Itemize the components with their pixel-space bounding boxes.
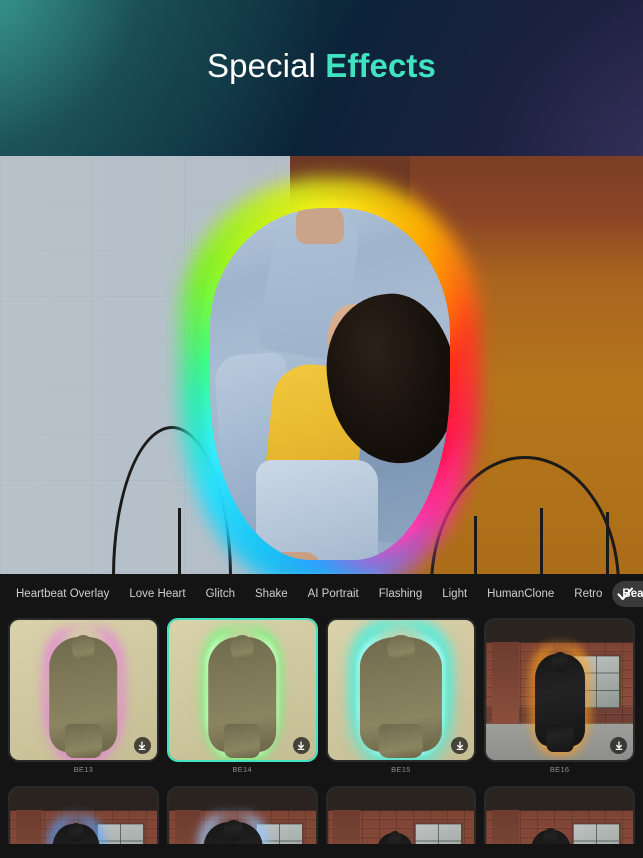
effect-label: BE16 bbox=[549, 765, 570, 774]
effect-label: BE13 bbox=[73, 765, 94, 774]
download-button[interactable] bbox=[610, 737, 627, 754]
preview-subject bbox=[180, 178, 480, 574]
download-button[interactable] bbox=[292, 737, 310, 754]
effects-panel: Heartbeat Overlay Love Heart Glitch Shak… bbox=[0, 574, 643, 858]
effect-item-be13[interactable]: BE13 bbox=[8, 618, 159, 774]
effect-item-be20[interactable]: BE20 bbox=[484, 786, 635, 844]
effect-item-be18[interactable]: BE18 bbox=[166, 786, 318, 844]
thumb-figure bbox=[530, 828, 572, 844]
brick-window bbox=[571, 821, 622, 844]
download-arrow-icon bbox=[138, 740, 146, 750]
thumb-figure bbox=[529, 644, 590, 756]
preview-graffiti-line bbox=[474, 516, 477, 574]
tab-heartbeat-overlay[interactable]: Heartbeat Overlay bbox=[6, 581, 119, 607]
tab-label: Light bbox=[442, 588, 468, 600]
effect-label: BE15 bbox=[391, 765, 411, 774]
figure-head bbox=[386, 634, 415, 660]
effect-thumbnail[interactable] bbox=[8, 786, 159, 844]
tab-ai-portrait[interactable]: AI Portrait bbox=[298, 581, 369, 607]
confirm-button[interactable] bbox=[611, 580, 639, 608]
effect-thumbnail[interactable] bbox=[484, 618, 635, 762]
effect-item-be14[interactable]: BE14 bbox=[166, 618, 318, 774]
page-header: Special Effects bbox=[0, 0, 643, 156]
figure-legs bbox=[546, 723, 574, 752]
figure-head bbox=[223, 819, 244, 841]
effect-thumbnail[interactable] bbox=[325, 618, 477, 762]
effect-item-be17[interactable]: BE17 bbox=[8, 786, 159, 844]
tab-retro[interactable]: Retro bbox=[564, 581, 612, 607]
download-arrow-icon bbox=[615, 740, 622, 750]
tab-label: Retro bbox=[574, 588, 603, 600]
brick-pillar bbox=[15, 810, 43, 844]
effect-thumbnail[interactable] bbox=[325, 786, 477, 844]
subject-leg bbox=[268, 552, 320, 560]
figure-legs bbox=[65, 724, 102, 759]
effect-item-be16[interactable]: BE16 bbox=[484, 618, 635, 774]
preview-graffiti-line bbox=[178, 508, 181, 574]
figure-head bbox=[388, 831, 402, 844]
effect-category-tabs[interactable]: Heartbeat Overlay Love Heart Glitch Shak… bbox=[0, 574, 643, 614]
thumb-figure bbox=[47, 815, 105, 844]
tab-love-heart[interactable]: Love Heart bbox=[119, 581, 195, 607]
brick-pillar bbox=[492, 642, 519, 724]
tab-label: Heartbeat Overlay bbox=[16, 588, 110, 600]
check-icon bbox=[617, 587, 634, 601]
download-button[interactable] bbox=[133, 737, 151, 754]
figure-head bbox=[68, 822, 84, 843]
figure-head bbox=[71, 634, 95, 660]
tab-shake[interactable]: Shake bbox=[245, 581, 298, 607]
effect-item-be15[interactable]: BE15 bbox=[325, 618, 477, 774]
tab-glitch[interactable]: Glitch bbox=[196, 581, 245, 607]
download-arrow-icon bbox=[297, 740, 305, 750]
effect-item-be19[interactable]: BE19 bbox=[325, 786, 477, 844]
tab-label: Glitch bbox=[205, 588, 235, 600]
figure-legs bbox=[223, 724, 261, 759]
effect-thumbnail[interactable] bbox=[166, 618, 318, 762]
thumb-figure bbox=[375, 831, 415, 844]
preview-graffiti-line bbox=[606, 512, 609, 574]
download-arrow-icon bbox=[456, 740, 464, 750]
brick-window bbox=[412, 821, 463, 844]
subject-shorts bbox=[256, 460, 378, 560]
brick-pillar bbox=[174, 810, 202, 844]
effect-grid-row-1: BE13 BE14 BE15 BE16 bbox=[0, 614, 643, 774]
tab-label: Shake bbox=[255, 588, 288, 600]
page-title: Special Effects bbox=[207, 47, 436, 85]
figure-head bbox=[543, 828, 558, 844]
tab-flashing[interactable]: Flashing bbox=[369, 581, 432, 607]
thumb-figure bbox=[346, 620, 456, 760]
tab-label: Flashing bbox=[378, 588, 423, 600]
page-title-plain: Special bbox=[207, 47, 326, 84]
tab-light[interactable]: Light bbox=[432, 581, 477, 607]
subject-body bbox=[210, 208, 450, 560]
thumb-figure bbox=[42, 625, 124, 760]
figure-head bbox=[230, 634, 254, 660]
effect-thumbnail[interactable] bbox=[484, 786, 635, 844]
tab-label: HumanClone bbox=[487, 588, 555, 600]
brick-pillar bbox=[492, 810, 519, 844]
effect-preview[interactable] bbox=[0, 156, 643, 574]
figure-legs bbox=[378, 724, 424, 759]
tab-humanclone[interactable]: HumanClone bbox=[477, 581, 564, 607]
figure-head bbox=[551, 651, 569, 673]
thumb-figure bbox=[201, 625, 283, 760]
thumb-figure bbox=[198, 812, 269, 844]
preview-graffiti-line bbox=[540, 508, 543, 574]
tab-label: AI Portrait bbox=[307, 588, 359, 600]
subject-hand bbox=[296, 208, 344, 244]
tab-label: Love Heart bbox=[129, 588, 186, 600]
brick-pillar bbox=[333, 810, 360, 844]
app-root: Special Effects Heartbeat Overlay Love H… bbox=[0, 0, 643, 858]
effect-label: BE14 bbox=[232, 765, 252, 774]
effect-thumbnail[interactable] bbox=[8, 618, 159, 762]
page-title-accent: Effects bbox=[325, 47, 436, 84]
effect-thumbnail[interactable] bbox=[166, 786, 318, 844]
effect-grid-row-2: BE17 BE18 bbox=[0, 782, 643, 844]
